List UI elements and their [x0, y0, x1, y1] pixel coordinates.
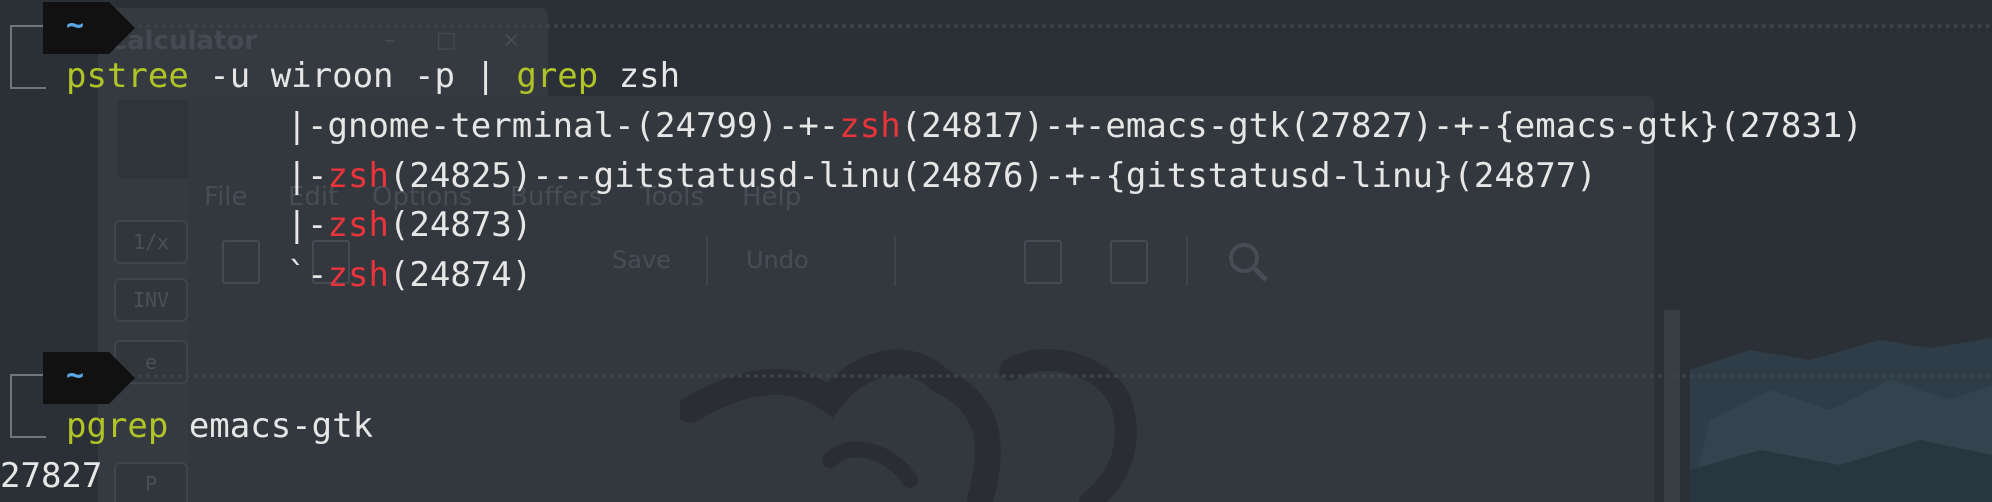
emacs-save-label: Save	[612, 246, 671, 274]
command-args: emacs-gtk	[168, 406, 374, 446]
output-line: 27827	[0, 456, 103, 496]
tree-suffix: (24825)---gitstatusd-linu(24876)-+-{gits…	[388, 156, 1597, 196]
toolbar-separator	[706, 236, 708, 286]
match-highlight: zsh	[327, 255, 389, 295]
command-name: pgrep	[66, 406, 169, 446]
output-line: |-zsh(24873)	[0, 205, 533, 245]
match-highlight: zsh	[839, 106, 901, 146]
command-name: pstree	[66, 56, 189, 96]
prompt-bracket	[10, 374, 46, 438]
prompt-bracket	[10, 25, 46, 89]
prompt-badge	[43, 352, 135, 404]
desktop: Calculator – □ × 1/x INV e P File Edit O…	[0, 0, 1992, 502]
tree-prefix: |-	[286, 205, 328, 245]
match-highlight: zsh	[327, 205, 389, 245]
home-directory-indicator: ~	[66, 8, 85, 43]
output-line: `-zsh(24874)	[0, 255, 533, 295]
emacs-paste-icon	[1110, 240, 1148, 284]
toolbar-separator	[894, 236, 896, 286]
command-args: -u wiroon -p |	[188, 56, 517, 96]
output-line: |-zsh(24825)---gitstatusd-linu(24876)-+-…	[0, 156, 1597, 196]
match-highlight: zsh	[327, 156, 389, 196]
tree-suffix: (24817)-+-emacs-gtk(27827)-+-{emacs-gtk}…	[900, 106, 1863, 146]
calculator-key-p: P	[114, 462, 188, 502]
toolbar-separator	[1186, 236, 1188, 286]
tree-suffix: (24873)	[388, 205, 533, 245]
pipe-command-args: zsh	[598, 56, 681, 96]
command-line: pgrep emacs-gtk	[66, 406, 373, 446]
emacs-search-icon	[1229, 243, 1268, 282]
prompt-filler	[130, 24, 1992, 28]
prompt-badge	[43, 2, 135, 54]
tree-prefix: `-	[286, 255, 328, 295]
tree-suffix: (24874)	[388, 255, 533, 295]
calculator-maximize-button: □	[436, 28, 457, 53]
emacs-undo-label: Undo	[746, 246, 809, 274]
command-line: pstree -u wiroon -p | grep zsh	[66, 56, 680, 96]
home-directory-indicator: ~	[66, 358, 85, 393]
emacs-copy-icon	[1024, 240, 1062, 284]
pipe-command-name: grep	[516, 56, 599, 96]
output-line: |-gnome-terminal-(24799)-+-zsh(24817)-+-…	[0, 106, 1863, 146]
tree-prefix: |-gnome-terminal-(24799)-+-	[286, 106, 840, 146]
emacs-scrollbar	[1664, 310, 1680, 502]
prompt-filler	[130, 374, 1992, 378]
calculator-close-button: ×	[502, 28, 521, 53]
wallpaper-mountain	[1690, 338, 1992, 502]
calculator-minimize-button: –	[384, 28, 395, 53]
tree-prefix: |-	[286, 156, 328, 196]
gnu-logo-watermark	[680, 349, 1137, 502]
